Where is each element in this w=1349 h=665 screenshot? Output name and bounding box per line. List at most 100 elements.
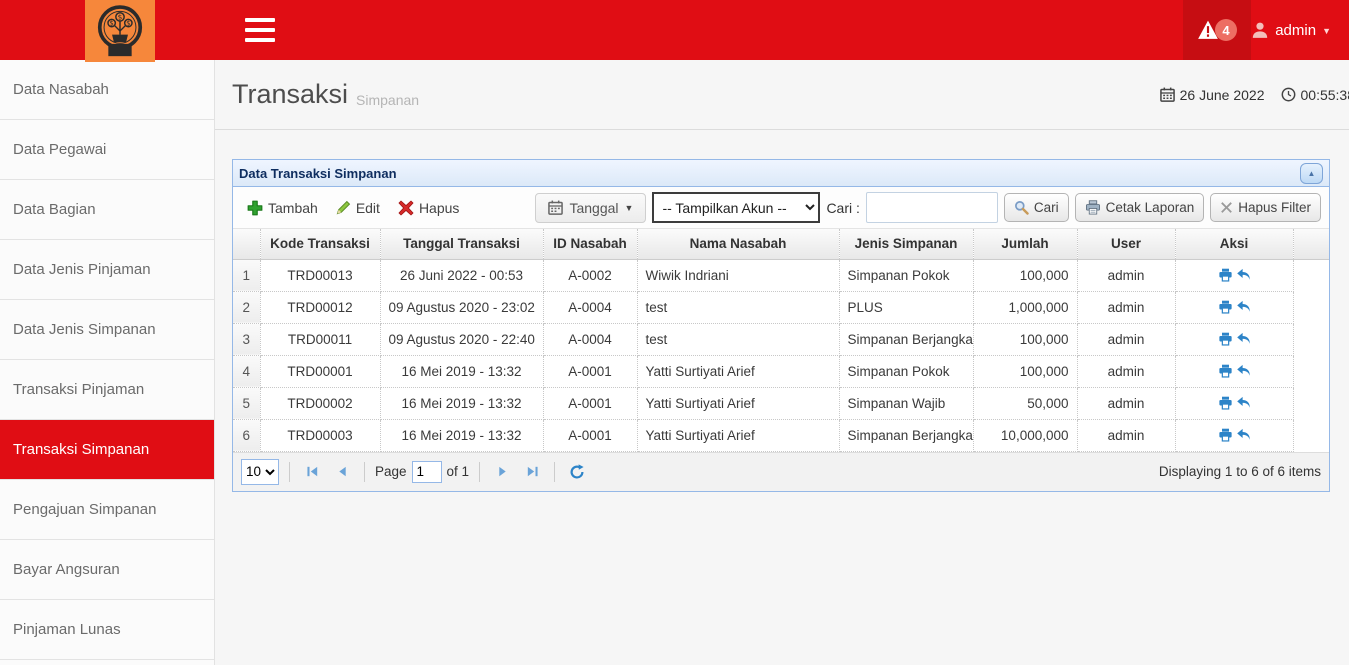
column-header[interactable]: Tanggal Transaksi — [380, 229, 543, 259]
nama-nasabah-cell: Wiwik Indriani — [637, 259, 839, 291]
app-logo[interactable]: $ $ $ — [85, 0, 155, 62]
tanggal-dropdown-button[interactable]: Tanggal ▼ — [535, 193, 646, 223]
user-menu-button[interactable]: admin ▼ — [1243, 0, 1349, 60]
collapse-icon: ▲ — [1308, 169, 1316, 178]
chevron-down-icon: ▼ — [1322, 26, 1331, 36]
search-input[interactable] — [866, 192, 998, 223]
sidebar-item-label: Bayar Angsuran — [13, 561, 120, 578]
id-nasabah-cell: A-0002 — [543, 259, 637, 291]
column-header[interactable]: Jumlah — [973, 229, 1077, 259]
tambah-button[interactable]: Tambah — [241, 196, 324, 220]
sidebar-item-transaksi-simpanan[interactable]: Transaksi Simpanan — [0, 420, 214, 480]
refresh-button[interactable] — [565, 460, 589, 484]
column-header[interactable]: Nama Nasabah — [637, 229, 839, 259]
aksi-cell — [1175, 355, 1293, 387]
hamburger-icon — [245, 18, 275, 22]
clock-icon — [1281, 87, 1296, 102]
hapus-button[interactable]: Hapus — [392, 196, 465, 220]
refresh-icon — [569, 464, 585, 480]
sidebar-item-data-bagian[interactable]: Data Bagian — [0, 180, 214, 240]
column-header[interactable]: User — [1077, 229, 1175, 259]
tanggal-transaksi-cell: 16 Mei 2019 - 13:32 — [380, 419, 543, 451]
column-header[interactable]: Aksi — [1175, 229, 1293, 259]
aksi-cell — [1175, 259, 1293, 291]
notifications-button[interactable]: 4 — [1183, 0, 1251, 60]
jenis-simpanan-cell: Simpanan Pokok — [839, 355, 973, 387]
user-cell: admin — [1077, 323, 1175, 355]
first-page-button[interactable] — [300, 460, 324, 484]
table-row[interactable]: 1TRD0001326 Juni 2022 - 00:53A-0002Wiwik… — [233, 259, 1329, 291]
next-page-button[interactable] — [490, 460, 514, 484]
print-icon[interactable] — [1218, 300, 1233, 314]
sidebar-item-label: Transaksi Simpanan — [13, 441, 149, 458]
table-row[interactable]: 2TRD0001209 Agustus 2020 - 23:02A-0004te… — [233, 291, 1329, 323]
sidebar-item-data-pegawai[interactable]: Data Pegawai — [0, 120, 214, 180]
page-size-select[interactable]: 10 — [241, 459, 279, 485]
undo-icon[interactable] — [1236, 268, 1251, 282]
nama-nasabah-cell: Yatti Surtiyati Arief — [637, 387, 839, 419]
menu-toggle-button[interactable] — [245, 18, 275, 42]
kode-transaksi-cell: TRD00002 — [260, 387, 380, 419]
prev-page-button[interactable] — [330, 460, 354, 484]
sidebar: Data NasabahData PegawaiData BagianData … — [0, 60, 215, 665]
panel-collapse-button[interactable]: ▲ — [1300, 163, 1323, 184]
nama-nasabah-cell: Yatti Surtiyati Arief — [637, 355, 839, 387]
sidebar-item-label: Transaksi Pinjaman — [13, 381, 144, 398]
hamburger-icon — [245, 38, 275, 42]
table-row[interactable]: 4TRD0000116 Mei 2019 - 13:32A-0001Yatti … — [233, 355, 1329, 387]
sidebar-item-pengajuan-simpanan[interactable]: Pengajuan Simpanan — [0, 480, 214, 540]
undo-icon[interactable] — [1236, 300, 1251, 314]
cetak-laporan-button[interactable]: Cetak Laporan — [1075, 193, 1205, 222]
add-icon — [247, 200, 263, 216]
row-number-cell: 1 — [233, 259, 260, 291]
column-header[interactable]: ID Nasabah — [543, 229, 637, 259]
panel-title: Data Transaksi Simpanan — [239, 166, 397, 181]
column-header-filler — [1293, 229, 1329, 259]
filler-cell — [1293, 259, 1329, 291]
account-filter-select[interactable]: -- Tampilkan Akun -- — [652, 192, 820, 223]
column-header[interactable]: Jenis Simpanan — [839, 229, 973, 259]
undo-icon[interactable] — [1236, 332, 1251, 346]
sidebar-item-data-jenis-pinjaman[interactable]: Data Jenis Pinjaman — [0, 240, 214, 300]
print-icon[interactable] — [1218, 268, 1233, 282]
print-icon[interactable] — [1218, 428, 1233, 442]
current-date: 26 June 2022 — [1180, 87, 1265, 103]
table-row[interactable]: 6TRD0000316 Mei 2019 - 13:32A-0001Yatti … — [233, 419, 1329, 451]
jenis-simpanan-cell: PLUS — [839, 291, 973, 323]
undo-icon[interactable] — [1236, 364, 1251, 378]
print-icon[interactable] — [1218, 332, 1233, 346]
cari-button[interactable]: Cari — [1004, 193, 1069, 222]
sidebar-item-bayar-angsuran[interactable]: Bayar Angsuran — [0, 540, 214, 600]
jumlah-cell: 1,000,000 — [973, 291, 1077, 323]
svg-text:$: $ — [118, 12, 123, 21]
current-time: 00:55:38 — [1301, 87, 1349, 103]
hapus-filter-button[interactable]: Hapus Filter — [1210, 193, 1321, 222]
sidebar-item-data-nasabah[interactable]: Data Nasabah — [0, 60, 214, 120]
datetime-display: 26 June 2022 00:55:38 — [1160, 87, 1349, 103]
toolbar: Tambah Edit Hapus — [233, 187, 1329, 229]
print-icon[interactable] — [1218, 364, 1233, 378]
application-window: 4 admin ▼ $ $ — [0, 0, 1349, 665]
table-row[interactable]: 5TRD0000216 Mei 2019 - 13:32A-0001Yatti … — [233, 387, 1329, 419]
undo-icon[interactable] — [1236, 428, 1251, 442]
aksi-cell — [1175, 291, 1293, 323]
jenis-simpanan-cell: Simpanan Pokok — [839, 259, 973, 291]
filler-cell — [1293, 291, 1329, 323]
print-icon[interactable] — [1218, 396, 1233, 410]
last-page-button[interactable] — [520, 460, 544, 484]
undo-icon[interactable] — [1236, 396, 1251, 410]
column-header[interactable]: Kode Transaksi — [260, 229, 380, 259]
column-header[interactable] — [233, 229, 260, 259]
svg-text:$: $ — [110, 19, 114, 27]
table-row[interactable]: 3TRD0001109 Agustus 2020 - 22:40A-0004te… — [233, 323, 1329, 355]
jenis-simpanan-cell: Simpanan Wajib — [839, 387, 973, 419]
jenis-simpanan-cell: Simpanan Berjangka — [839, 419, 973, 451]
x-icon — [1220, 201, 1233, 214]
sidebar-item-pinjaman-lunas[interactable]: Pinjaman Lunas — [0, 600, 214, 660]
page-number-input[interactable] — [412, 461, 442, 483]
sidebar-item-transaksi-pinjaman[interactable]: Transaksi Pinjaman — [0, 360, 214, 420]
user-icon — [1251, 21, 1269, 39]
sidebar-item-data-jenis-simpanan[interactable]: Data Jenis Simpanan — [0, 300, 214, 360]
sidebar-item-label: Data Pegawai — [13, 141, 106, 158]
edit-button[interactable]: Edit — [330, 196, 386, 220]
